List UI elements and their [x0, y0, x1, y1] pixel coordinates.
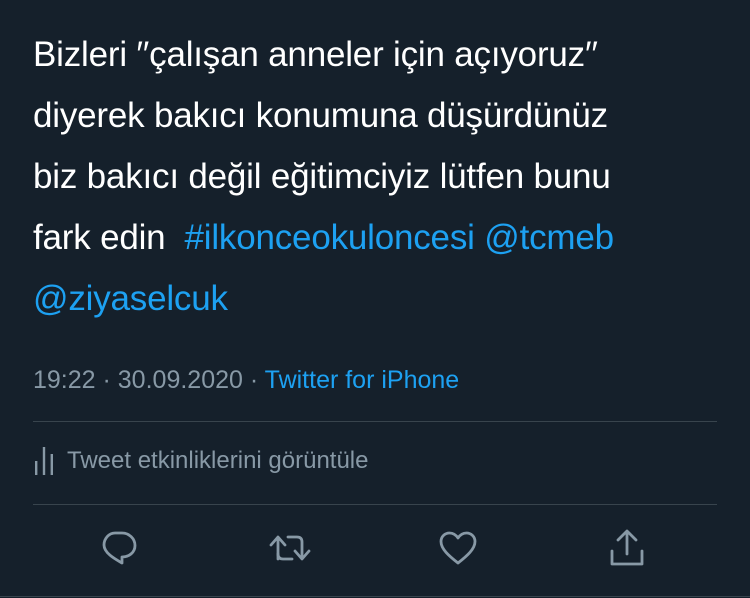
mention-link-tcmeb[interactable]: @tcmeb: [484, 218, 614, 257]
tweet-activity-label: Tweet etkinliklerini görüntüle: [67, 447, 369, 474]
reply-icon: [102, 531, 137, 565]
tweet-text: Bizleri ′′çalışan anneler için açıyoruz′…: [33, 24, 733, 329]
retweet-button[interactable]: [268, 526, 312, 570]
tweet-text-line: biz bakıcı değil eğitimciyiz lütfen bunu: [33, 157, 611, 196]
tweet-text-line-with-links: @ziyaselcuk: [33, 268, 733, 329]
tweet-time: 19:22: [33, 366, 96, 394]
tweet-metadata: 19:22 · 30.09.2020 · Twitter for iPhone: [33, 362, 459, 398]
tweet-text-line-with-links: fark edin #ilkonceokuloncesi @tcmeb: [33, 207, 733, 268]
tweet-text-line: diyerek bakıcı konumuna düşürdünüz: [33, 96, 608, 135]
analytics-icon: [35, 447, 53, 475]
tweet-detail: Bizleri ′′çalışan anneler için açıyoruz′…: [33, 0, 733, 598]
divider: [0, 596, 750, 597]
divider: [33, 421, 717, 422]
separator-dot: ·: [95, 366, 118, 394]
hashtag-link[interactable]: #ilkonceokuloncesi: [185, 218, 475, 257]
divider: [33, 504, 717, 505]
like-icon: [439, 531, 477, 565]
tweet-text-line: Bizleri ′′çalışan anneler için açıyoruz′…: [33, 35, 598, 74]
share-button[interactable]: [605, 526, 649, 570]
separator-dot: ·: [242, 366, 265, 394]
tweet-date: 30.09.2020: [117, 366, 243, 394]
tweet-action-bar: [33, 526, 733, 570]
mention-link-ziyaselcuk[interactable]: @ziyaselcuk: [33, 279, 228, 318]
tweet-text-line: fark edin: [33, 218, 185, 257]
tweet-activity-link[interactable]: Tweet etkinliklerini görüntüle: [33, 443, 369, 479]
reply-button[interactable]: [97, 526, 141, 570]
tweet-source-link[interactable]: Twitter for iPhone: [265, 366, 460, 394]
share-icon: [610, 529, 644, 566]
retweet-icon: [269, 535, 311, 561]
like-button[interactable]: [436, 526, 480, 570]
